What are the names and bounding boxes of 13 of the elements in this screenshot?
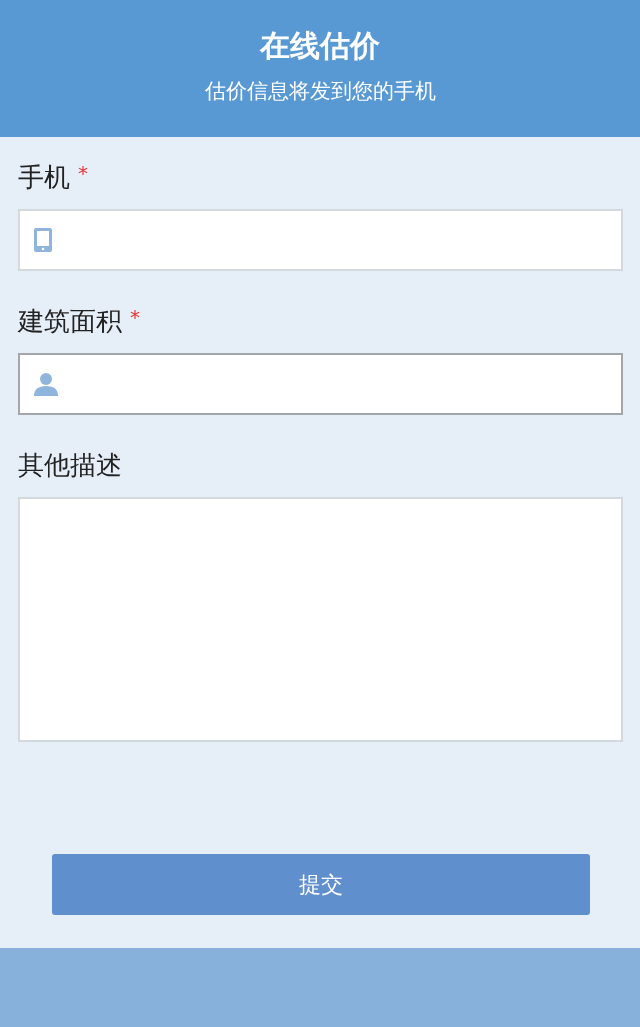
- field-label: 建筑面积: [18, 305, 122, 338]
- required-mark: *: [78, 160, 88, 187]
- required-mark: *: [130, 304, 140, 331]
- submit-button[interactable]: 提交: [51, 854, 590, 915]
- page-subtitle: 估价信息将发到您的手机: [204, 78, 436, 104]
- description-field[interactable]: [18, 497, 623, 742]
- input-field[interactable]: [18, 209, 623, 271]
- input-field[interactable]: [18, 353, 623, 415]
- field-label: 其他描述: [18, 449, 122, 482]
- phone-icon: [33, 227, 53, 253]
- field-label: 手机: [18, 161, 70, 194]
- person-icon: [33, 372, 59, 396]
- page-title: 在线估价: [260, 27, 380, 65]
